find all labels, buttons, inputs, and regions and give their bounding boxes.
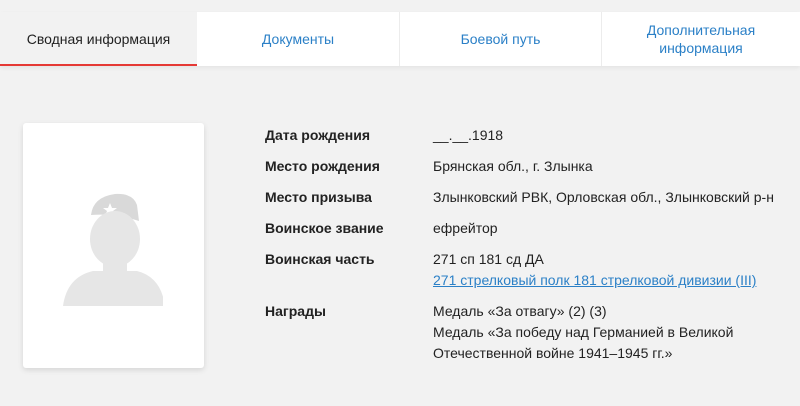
unit-value: 271 сп 181 сд ДА 271 стрелковый полк 181… bbox=[433, 249, 778, 291]
tab-additional-info-label: Дополнительная информация bbox=[646, 22, 756, 56]
tab-documents[interactable]: Документы bbox=[197, 12, 399, 66]
soldier-placeholder-icon bbox=[63, 193, 163, 306]
award-item: Медаль «За победу над Германией в Велико… bbox=[433, 324, 734, 361]
birth-place-label: Место рождения bbox=[265, 158, 380, 174]
awards-value: Медаль «За отвагу» (2) (3) Медаль «За по… bbox=[433, 301, 778, 364]
row-birth-place: Место рождения Брянская обл., г. Злынка bbox=[265, 156, 785, 177]
tab-summary-label: Сводная информация bbox=[26, 31, 171, 47]
unit-code: 271 сп 181 сд ДА bbox=[433, 251, 544, 267]
tab-summary[interactable]: Сводная информация bbox=[0, 12, 197, 66]
photo-card bbox=[23, 123, 204, 368]
conscription-place-value: Злынковский РВК, Орловская обл., Злынков… bbox=[433, 189, 774, 205]
tab-bar: Сводная информация Документы Боевой путь… bbox=[0, 12, 800, 66]
unit-label: Воинская часть bbox=[265, 251, 375, 267]
award-item: Медаль «За отвагу» (2) (3) bbox=[433, 303, 607, 319]
row-awards: Награды Медаль «За отвагу» (2) (3) Медал… bbox=[265, 301, 785, 364]
awards-label: Награды bbox=[265, 303, 326, 319]
birth-date-label: Дата рождения bbox=[265, 127, 371, 143]
rank-value: ефрейтор bbox=[433, 220, 498, 236]
conscription-place-label: Место призыва bbox=[265, 189, 372, 205]
row-rank: Воинское звание ефрейтор bbox=[265, 218, 785, 239]
tab-additional-info[interactable]: Дополнительная информация bbox=[601, 12, 800, 66]
tab-combat-path-label: Боевой путь bbox=[460, 31, 541, 47]
birth-place-value: Брянская обл., г. Злынка bbox=[433, 158, 593, 174]
soldier-info: Дата рождения __.__.1918 Место рождения … bbox=[265, 125, 785, 364]
tab-combat-path[interactable]: Боевой путь bbox=[399, 12, 601, 66]
birth-date-value: __.__.1918 bbox=[433, 127, 504, 143]
row-birth-date: Дата рождения __.__.1918 bbox=[265, 125, 785, 146]
unit-link[interactable]: 271 стрелковый полк 181 стрелковой дивиз… bbox=[433, 270, 778, 291]
tab-documents-label: Документы bbox=[261, 31, 335, 47]
row-unit: Воинская часть 271 сп 181 сд ДА 271 стре… bbox=[265, 249, 785, 291]
row-conscription-place: Место призыва Злынковский РВК, Орловская… bbox=[265, 187, 785, 208]
rank-label: Воинское звание bbox=[265, 220, 384, 236]
